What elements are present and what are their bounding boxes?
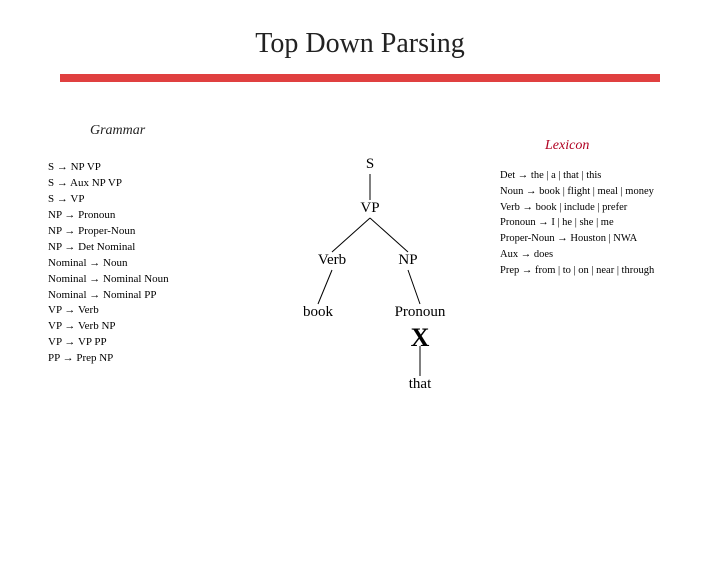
grammar-rule: VP → Verb NP <box>48 319 169 335</box>
grammar-rule: S → NP VP <box>48 160 169 176</box>
lexicon-rule: Noun → book | flight | meal | money <box>500 184 700 200</box>
page-title: Top Down Parsing <box>0 28 720 60</box>
lexicon-rule: Verb → book | include | prefer <box>500 200 700 216</box>
title-underline <box>60 74 660 82</box>
grammar-rule: NP → Pronoun <box>48 208 169 224</box>
grammar-rule: NP → Proper-Noun <box>48 224 169 240</box>
grammar-rule: S → VP <box>48 192 169 208</box>
tree-node-vp: VP <box>360 200 379 217</box>
grammar-rule: Nominal → Nominal Noun <box>48 272 169 288</box>
parse-tree: S VP Verb NP book Pronoun X that <box>270 156 500 436</box>
tree-edges <box>270 156 500 436</box>
tree-node-np: NP <box>398 252 417 269</box>
failure-mark: X <box>411 323 430 353</box>
grammar-rule: S → Aux NP VP <box>48 176 169 192</box>
grammar-rule: PP → Prep NP <box>48 351 169 367</box>
tree-node-s: S <box>366 156 374 173</box>
tree-node-verb: Verb <box>318 252 346 269</box>
tree-node-pronoun: Pronoun <box>395 304 446 321</box>
grammar-rule: NP → Det Nominal <box>48 240 169 256</box>
lexicon-rule: Proper-Noun → Houston | NWA <box>500 231 700 247</box>
grammar-rule: VP → VP PP <box>48 335 169 351</box>
tree-leaf-that: that <box>409 376 432 393</box>
tree-leaf-book: book <box>303 304 333 321</box>
grammar-rule: Nominal → Nominal PP <box>48 288 169 304</box>
grammar-heading: Grammar <box>90 123 145 139</box>
grammar-rule: Nominal → Noun <box>48 256 169 272</box>
grammar-rules: S → NP VPS → Aux NP VPS → VPNP → Pronoun… <box>48 160 169 367</box>
lexicon-rule: Det → the | a | that | this <box>500 168 700 184</box>
lexicon-rule: Aux → does <box>500 247 700 263</box>
lexicon-rule: Prep → from | to | on | near | through <box>500 263 700 279</box>
lexicon-rules: Det → the | a | that | thisNoun → book |… <box>500 168 700 278</box>
lexicon-rule: Pronoun → I | he | she | me <box>500 215 700 231</box>
grammar-rule: VP → Verb <box>48 303 169 319</box>
lexicon-heading: Lexicon <box>545 138 589 154</box>
